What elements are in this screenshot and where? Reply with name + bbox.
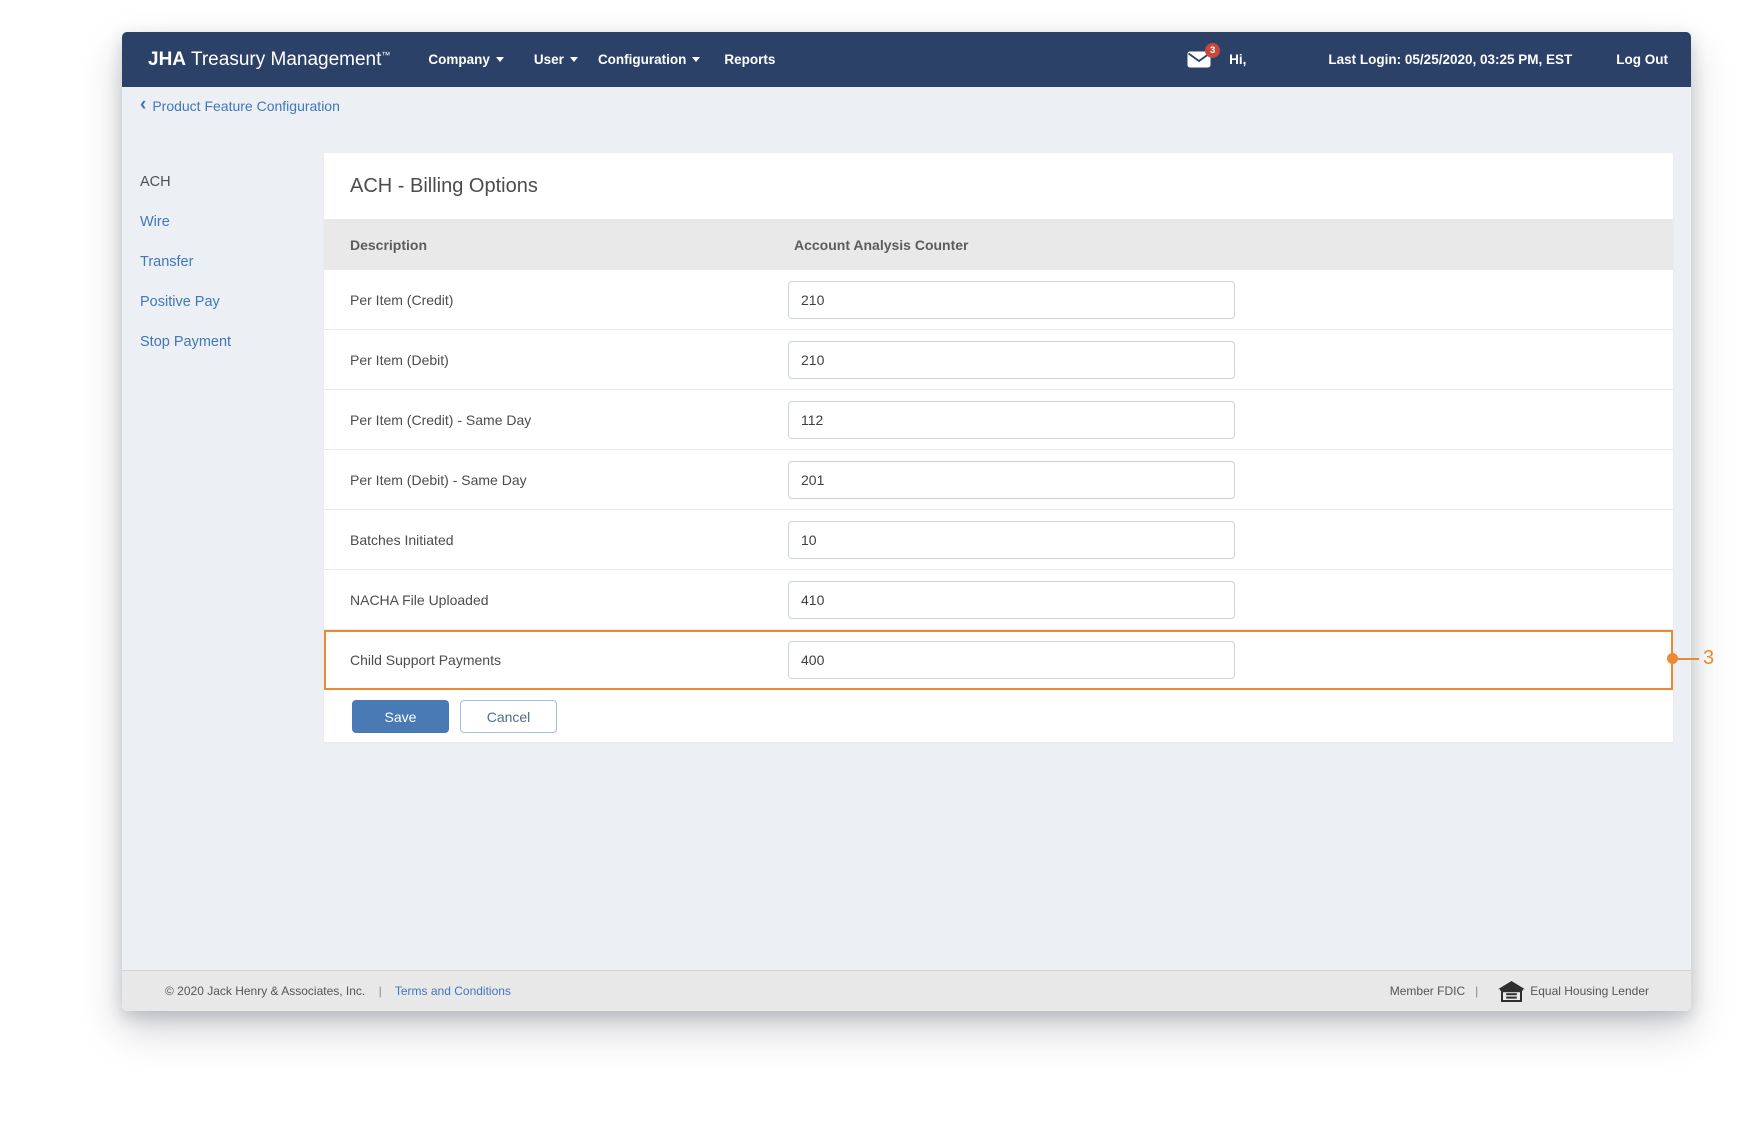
- row-description: Per Item (Credit) - Same Day: [350, 411, 532, 428]
- navbar-right-group: 3 Hi, Last Login: 05/25/2020, 03:25 PM, …: [1187, 43, 1668, 68]
- sidebar-item-positive-pay[interactable]: Positive Pay: [140, 282, 310, 322]
- menu-user-label: User: [533, 52, 564, 67]
- footer-separator: |: [378, 984, 382, 998]
- billing-options-panel: ACH - Billing Options Description Accoun…: [324, 153, 1673, 742]
- table-header-row: Description Account Analysis Counter: [324, 219, 1673, 270]
- content-area: ACH Wire Transfer Positive Pay Stop Paym…: [122, 124, 1691, 970]
- brand-jha: JHA: [148, 48, 187, 70]
- main-menu: Company User Configuration Reports: [428, 52, 775, 67]
- last-login-text: Last Login: 05/25/2020, 03:25 PM, EST: [1328, 52, 1573, 67]
- breadcrumb-back-link[interactable]: Product Feature Configuration: [152, 98, 340, 114]
- chevron-down-icon: [569, 57, 578, 62]
- greeting-text: Hi,: [1229, 52, 1247, 67]
- menu-configuration-label: Configuration: [597, 52, 687, 67]
- table-row: NACHA File Uploaded: [324, 570, 1673, 630]
- sidebar-item-transfer[interactable]: Transfer: [140, 242, 310, 282]
- column-header-counter: Account Analysis Counter: [794, 236, 969, 253]
- row-description: Per Item (Credit): [350, 291, 454, 308]
- row-description: Batches Initiated: [350, 531, 454, 548]
- brand-trademark: ™: [381, 49, 391, 60]
- menu-company-label: Company: [428, 52, 490, 67]
- counter-input[interactable]: [788, 581, 1235, 619]
- top-navbar: JHA Treasury Management™ Company User Co…: [122, 32, 1691, 87]
- footer-right: Member FDIC | Equal Housing Lender: [1389, 980, 1649, 1002]
- counter-input[interactable]: [788, 641, 1235, 679]
- menu-user[interactable]: User: [534, 52, 578, 67]
- brand-logo: JHA Treasury Management™: [148, 49, 390, 71]
- messages-button[interactable]: 3: [1187, 43, 1221, 68]
- column-header-description: Description: [350, 236, 428, 253]
- counter-input[interactable]: [788, 401, 1235, 439]
- counter-input[interactable]: [788, 281, 1235, 319]
- cancel-button[interactable]: Cancel: [460, 700, 557, 733]
- sidebar-item-ach[interactable]: ACH: [140, 162, 310, 202]
- footer-left: © 2020 Jack Henry & Associates, Inc. | T…: [165, 984, 511, 998]
- menu-reports-label: Reports: [724, 52, 776, 67]
- row-description: Child Support Payments: [350, 652, 501, 668]
- menu-configuration[interactable]: Configuration: [597, 52, 701, 67]
- chevron-down-icon: [495, 57, 504, 62]
- footer-separator: |: [1475, 984, 1479, 998]
- table-row: Per Item (Debit): [324, 330, 1673, 390]
- brand-name: Treasury Management: [186, 48, 382, 70]
- table-row: Per Item (Credit) - Same Day: [324, 390, 1673, 450]
- callout-number: 3: [1703, 647, 1715, 669]
- log-out-button[interactable]: Log Out: [1616, 52, 1668, 67]
- equal-housing-text: Equal Housing Lender: [1530, 984, 1649, 998]
- menu-reports[interactable]: Reports: [724, 52, 775, 67]
- row-description: Per Item (Debit): [350, 351, 449, 368]
- breadcrumb: ‹ Product Feature Configuration: [122, 87, 1691, 124]
- counter-input[interactable]: [788, 461, 1235, 499]
- page-background: JHA Treasury Management™ Company User Co…: [0, 0, 1752, 1124]
- callout-line: [1678, 657, 1699, 660]
- unread-count-badge: 3: [1205, 43, 1221, 58]
- counter-input[interactable]: [788, 521, 1235, 559]
- row-description: Per Item (Debit) - Same Day: [350, 471, 527, 488]
- terms-and-conditions-link[interactable]: Terms and Conditions: [395, 984, 511, 998]
- chevron-left-icon: ‹: [140, 94, 147, 115]
- chevron-down-icon: [692, 57, 701, 62]
- action-buttons: Save Cancel: [324, 700, 1673, 733]
- row-description: NACHA File Uploaded: [350, 591, 489, 608]
- sidebar-item-stop-payment[interactable]: Stop Payment: [140, 322, 310, 362]
- copyright-text: © 2020 Jack Henry & Associates, Inc.: [165, 984, 366, 998]
- save-button[interactable]: Save: [352, 700, 449, 733]
- table-row: Per Item (Debit) - Same Day: [324, 450, 1673, 510]
- app-window: JHA Treasury Management™ Company User Co…: [122, 32, 1691, 1011]
- table-row: Per Item (Credit): [324, 270, 1673, 330]
- counter-input[interactable]: [788, 341, 1235, 379]
- equal-housing-lender-icon: [1498, 980, 1526, 1002]
- table-row: Batches Initiated: [324, 510, 1673, 570]
- member-fdic-text: Member FDIC: [1389, 984, 1466, 998]
- feature-sidebar: ACH Wire Transfer Positive Pay Stop Paym…: [140, 162, 310, 362]
- page-title: ACH - Billing Options: [350, 174, 538, 197]
- callout-dot-icon: [1667, 653, 1678, 664]
- footer-bar: © 2020 Jack Henry & Associates, Inc. | T…: [122, 970, 1691, 1011]
- annotation-callout-3: 3: [1667, 647, 1714, 670]
- sidebar-item-wire[interactable]: Wire: [140, 202, 310, 242]
- menu-company[interactable]: Company: [428, 52, 504, 67]
- table-row-highlighted: Child Support Payments: [324, 630, 1673, 690]
